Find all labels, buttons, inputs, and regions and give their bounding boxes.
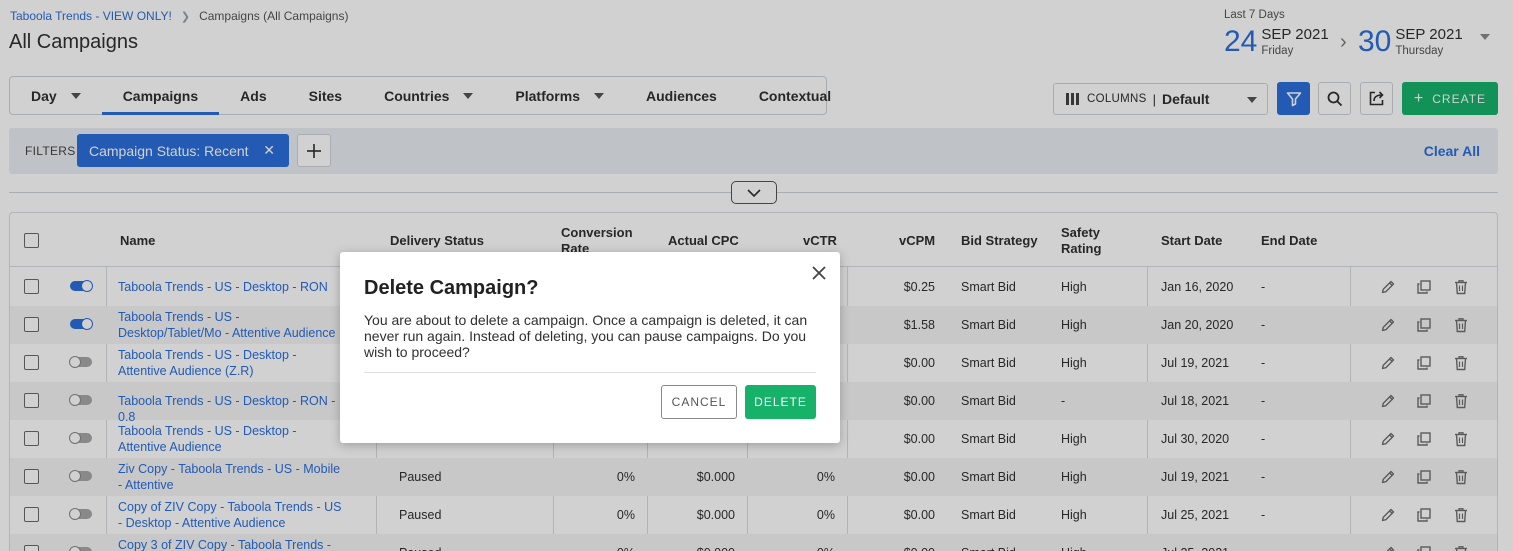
delete-campaign-dialog: Delete Campaign? You are about to delete… — [340, 252, 840, 443]
dialog-title: Delete Campaign? — [364, 277, 539, 299]
delete-button[interactable]: DELETE — [745, 385, 816, 419]
cancel-button[interactable]: CANCEL — [661, 385, 737, 419]
app-root: Taboola Trends - VIEW ONLY! ❯ Campaigns … — [0, 0, 1513, 551]
divider — [364, 372, 816, 373]
dialog-message: You are about to delete a campaign. Once… — [364, 312, 808, 360]
close-icon[interactable] — [812, 266, 826, 280]
